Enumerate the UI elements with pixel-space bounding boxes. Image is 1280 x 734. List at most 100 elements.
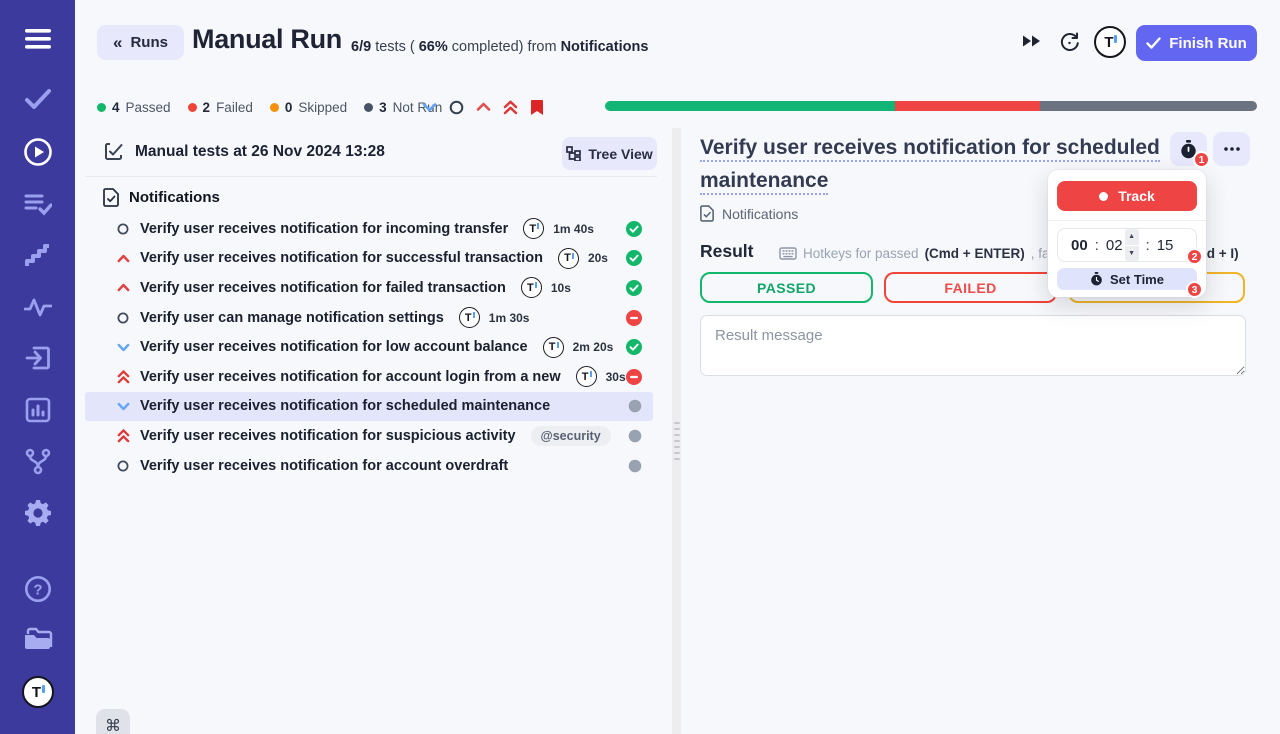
brand-logo[interactable]: T: [1094, 26, 1126, 58]
minutes-stepper[interactable]: ▲ ▼: [1124, 229, 1139, 261]
result-heading: Result: [700, 241, 754, 261]
back-to-runs-button[interactable]: « Runs: [97, 25, 184, 60]
test-row[interactable]: Verify user receives notification for sc…: [85, 391, 653, 422]
test-row[interactable]: Verify user receives notification for ac…: [85, 451, 653, 481]
status-count-passed[interactable]: 4 Passed: [97, 100, 171, 115]
tree-view-icon: [566, 146, 582, 161]
time-input[interactable]: 00 : 02 ▲ ▼ : 15: [1057, 228, 1197, 262]
hours-value[interactable]: 00: [1071, 237, 1088, 254]
steps-icon[interactable]: [0, 244, 75, 268]
status-count-failed[interactable]: 2 Failed: [187, 100, 253, 115]
menu-icon[interactable]: [0, 28, 75, 50]
finish-run-button[interactable]: Finish Run: [1136, 25, 1257, 61]
automation-logo-icon: T: [542, 336, 564, 358]
priority-urgent-icon: [116, 429, 130, 443]
timer-popup: Track 00 : 02 ▲ ▼ : 15 Set Time: [1048, 170, 1206, 297]
ellipsis-icon: [1223, 147, 1240, 151]
passed-button[interactable]: PASSED: [700, 272, 873, 303]
pulse-icon[interactable]: [0, 296, 75, 318]
status-count-skipped[interactable]: 0 Skipped: [269, 100, 347, 115]
analytics-icon[interactable]: [0, 397, 75, 423]
breadcrumb-label: Notifications: [722, 205, 799, 222]
fast-forward-icon[interactable]: [1022, 34, 1041, 53]
status-dot-icon: [269, 102, 279, 112]
test-row[interactable]: Verify user receives notification for in…: [85, 214, 653, 244]
test-row[interactable]: Verify user receives notification for fa…: [85, 273, 653, 303]
bookmark-filter-icon[interactable]: [530, 99, 544, 116]
progress-segment-not_run: [1039, 101, 1257, 111]
circle-filter-icon[interactable]: [449, 100, 464, 115]
test-tag[interactable]: @security: [530, 425, 611, 446]
tree-view-button[interactable]: Tree View: [562, 137, 657, 170]
help-icon[interactable]: ?: [0, 575, 75, 603]
run-panel-header: Manual tests at 26 Nov 2024 13:28: [103, 141, 385, 162]
suite-file-icon: [103, 188, 119, 207]
test-row[interactable]: Verify user receives notification for su…: [85, 421, 653, 451]
back-to-runs-label: Runs: [130, 34, 168, 51]
timer-history-icon[interactable]: [1058, 30, 1081, 58]
track-button[interactable]: Track: [1057, 181, 1197, 211]
status-notrun-icon: [628, 399, 642, 413]
import-icon[interactable]: [0, 345, 75, 371]
runs-check-icon[interactable]: [0, 88, 75, 110]
test-row[interactable]: Verify user can manage notification sett…: [85, 303, 653, 333]
status-counts: 4 Passed 2 Failed 0 Skipped 3 Not Run: [97, 99, 442, 115]
run-progress-bar[interactable]: [605, 101, 1257, 111]
play-circle-icon[interactable]: [0, 137, 75, 167]
chevrons-up-filter-icon[interactable]: [503, 100, 518, 115]
progress-segment-passed: [605, 101, 896, 111]
status-dot-icon: [364, 102, 374, 112]
test-list: Verify user receives notification for in…: [85, 214, 653, 480]
chevron-up-filter-icon[interactable]: [476, 102, 491, 112]
minutes-value[interactable]: 02: [1106, 237, 1123, 254]
chevrons-left-icon: «: [113, 32, 123, 52]
chevron-down-filter-icon[interactable]: [422, 102, 437, 112]
test-duration: 30s: [605, 369, 626, 384]
annotation-badge-1: 1: [1193, 151, 1210, 168]
settings-gear-icon[interactable]: [0, 498, 75, 528]
page-title: Manual Run: [192, 24, 342, 54]
annotation-badge-3: 3: [1186, 281, 1203, 298]
tree-view-label: Tree View: [588, 145, 653, 162]
status-failed-icon: [626, 368, 642, 385]
result-message-input[interactable]: [700, 315, 1246, 376]
projects-folder-icon[interactable]: [0, 626, 75, 652]
test-row[interactable]: Verify user receives notification for ac…: [85, 362, 653, 392]
annotation-badge-2: 2: [1186, 248, 1203, 265]
app-logo[interactable]: T: [0, 676, 75, 708]
panel-splitter[interactable]: [672, 128, 681, 734]
record-dot-icon: [1099, 191, 1109, 201]
check-icon: [1146, 37, 1161, 49]
priority-high-icon: [116, 283, 130, 292]
more-actions-button[interactable]: [1213, 132, 1250, 166]
step-up-icon[interactable]: ▲: [1124, 229, 1139, 245]
status-dot-icon: [97, 102, 106, 112]
test-duration: 1m 30s: [488, 310, 530, 325]
status-dot-icon: [187, 102, 197, 112]
test-duration: 10s: [550, 280, 571, 295]
panel-divider: [85, 176, 657, 177]
automation-logo-icon: T: [557, 247, 579, 269]
priority-high-icon: [116, 254, 130, 263]
failed-button[interactable]: FAILED: [884, 272, 1057, 303]
tests-ratio: 6/9: [351, 39, 372, 55]
priority-filters: [422, 98, 544, 116]
seconds-value[interactable]: 15: [1157, 237, 1174, 254]
status-notrun-icon: [628, 429, 642, 443]
command-palette-button[interactable]: ⌘: [96, 709, 130, 734]
test-row[interactable]: Verify user receives notification for lo…: [85, 332, 653, 362]
popup-divider: [1048, 220, 1206, 221]
test-plans-icon[interactable]: [0, 192, 75, 216]
set-time-label: Set Time: [1110, 271, 1164, 287]
test-row[interactable]: Verify user receives notification for su…: [85, 244, 653, 274]
test-duration: 1m 40s: [553, 221, 594, 236]
clipboard-check-icon: [105, 143, 123, 160]
set-time-button[interactable]: Set Time: [1057, 268, 1197, 290]
status-passed-icon: [626, 279, 642, 296]
branches-icon[interactable]: [0, 448, 75, 475]
suite-folder[interactable]: Notifications: [103, 188, 220, 207]
priority-low-icon: [116, 402, 130, 411]
breadcrumb[interactable]: Notifications: [700, 205, 798, 222]
finish-run-label: Finish Run: [1169, 34, 1247, 52]
step-down-icon[interactable]: ▼: [1124, 245, 1139, 261]
